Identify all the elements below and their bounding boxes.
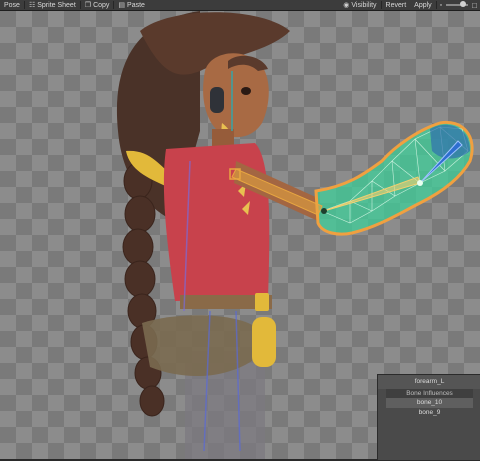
headphone <box>210 87 224 113</box>
apply-button[interactable]: Apply <box>410 0 436 10</box>
copy-icon: ❐ <box>84 2 92 9</box>
shorts <box>142 315 258 377</box>
copy-label: Copy <box>93 1 110 9</box>
bone-joint[interactable] <box>417 180 423 186</box>
zoom-out-icon[interactable]: ▫ <box>437 2 442 9</box>
revert-button[interactable]: Revert <box>382 0 411 10</box>
bone-joint[interactable] <box>321 208 327 214</box>
apply-label: Apply <box>414 1 432 9</box>
eye-icon: ◉ <box>343 2 350 9</box>
pose-button[interactable]: Pose <box>0 0 24 10</box>
sprite-sheet-label: Sprite Sheet <box>37 1 76 9</box>
paste-icon: ▤ <box>118 2 126 9</box>
pose-label: Pose <box>4 1 20 9</box>
bone-influence-item[interactable]: bone_9 <box>386 408 473 418</box>
panel-title: forearm_L <box>378 375 480 389</box>
zoom-slider-handle[interactable] <box>460 1 467 7</box>
toolbar: Pose ☷ Sprite Sheet ❐ Copy ▤ Paste ◉ Vis… <box>0 0 480 11</box>
visibility-label: Visibility <box>351 1 377 9</box>
sprite-sheet-icon: ☷ <box>28 2 36 9</box>
zoom-slider[interactable] <box>446 1 469 7</box>
bone-influence-item[interactable]: bone_10 <box>386 398 473 408</box>
weights-panel: forearm_L Bone Influences bone_10 bone_9 <box>377 374 480 461</box>
belt-buckle <box>255 293 269 311</box>
shirt <box>163 143 270 301</box>
revert-label: Revert <box>385 1 407 9</box>
sprite-sheet-button[interactable]: ☷ Sprite Sheet <box>25 0 80 10</box>
zoom-in-icon[interactable]: □ <box>472 1 480 10</box>
paste-button[interactable]: ▤ Paste <box>114 0 149 10</box>
copy-button[interactable]: ❐ Copy <box>81 0 114 10</box>
pouch <box>252 317 276 367</box>
bone-influences-header: Bone Influences <box>386 389 473 398</box>
paste-label: Paste <box>127 1 145 9</box>
eye <box>241 87 251 95</box>
visibility-button[interactable]: ◉ Visibility <box>339 0 380 10</box>
